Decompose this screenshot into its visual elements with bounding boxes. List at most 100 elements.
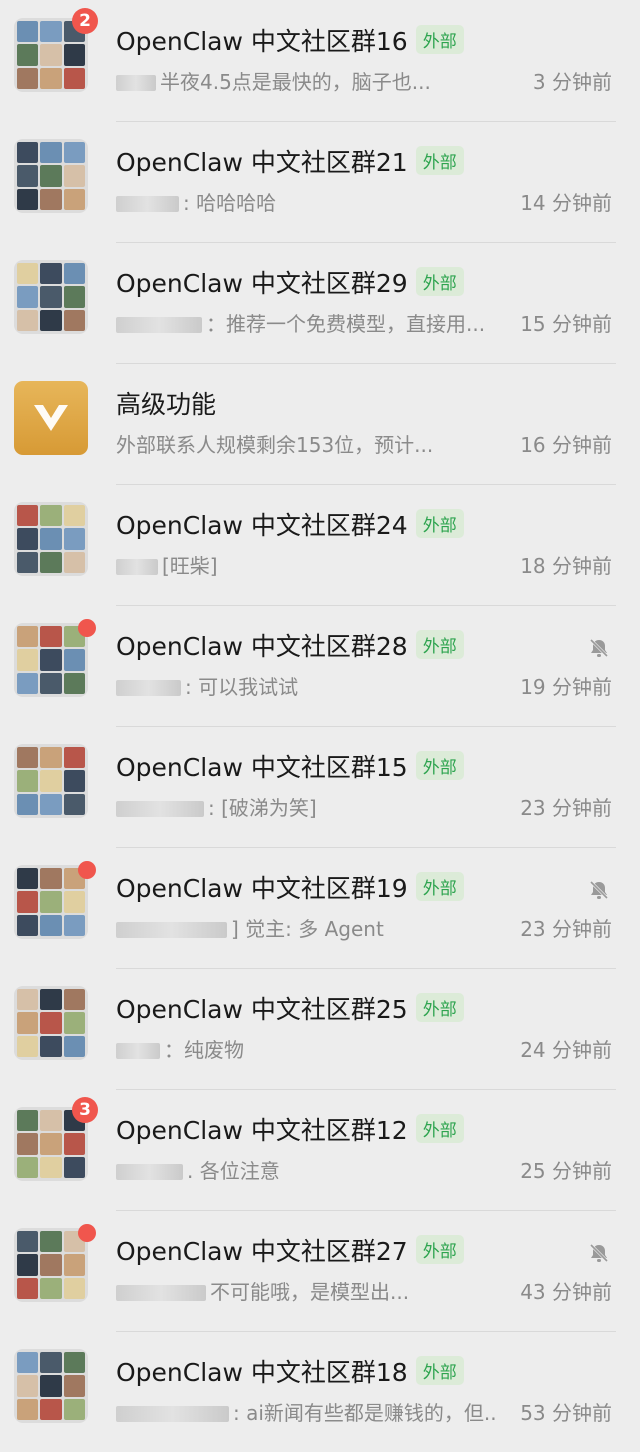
chat-preview: 半夜4.5点是最快的，脑子也... [116, 66, 431, 95]
avatar-tile [17, 1133, 39, 1155]
chat-title-text: 高级功能 [116, 390, 217, 419]
chat-row[interactable]: 3 OpenClaw 中文社区群12 外部 . 各位注意 25 分钟前 [0, 1089, 640, 1210]
avatar-tile [40, 1156, 62, 1178]
chat-title: OpenClaw 中文社区群18 外部 [116, 1353, 464, 1389]
chat-title: OpenClaw 中文社区群28 外部 [116, 627, 464, 663]
avatar-tile [63, 263, 85, 285]
chat-preview-text: [旺柴] [162, 554, 218, 578]
chat-row[interactable]: OpenClaw 中文社区群24 外部 [旺柴] 18 分钟前 [0, 484, 640, 605]
chat-time: 53 分钟前 [520, 1401, 612, 1425]
chat-title-text: OpenClaw 中文社区群21 [116, 148, 408, 177]
avatar-tile [17, 1012, 39, 1034]
avatar-tile [63, 891, 85, 913]
external-tag: 外部 [415, 1114, 464, 1143]
chat-row[interactable]: OpenClaw 中文社区群18 外部 : ai新闻有些都是赚钱的，但... 53 分… [0, 1331, 640, 1452]
chat-preview: . 各位注意 [116, 1155, 280, 1184]
avatar-tile [17, 142, 39, 164]
avatar-tile [40, 747, 62, 769]
chat-preview-text: : ai新闻有些都是赚钱的，但... [233, 1401, 496, 1425]
avatar-tile [40, 793, 62, 815]
group-avatar [14, 865, 88, 939]
chat-row[interactable]: OpenClaw 中文社区群25 外部 ：纯废物 24 分钟前 [0, 968, 640, 1089]
avatar-tile [40, 1110, 62, 1132]
chat-row[interactable]: 高级功能 外部联系人规模剩余153位，预计... 16 分钟前 [0, 363, 640, 484]
avatar-tile [17, 649, 39, 671]
avatar-tile [17, 263, 39, 285]
chat-row[interactable]: OpenClaw 中文社区群19 外部] 觉主: 多 Agent 23 分钟前 [0, 847, 640, 968]
avatar-tile [40, 188, 62, 210]
chat-row[interactable]: OpenClaw 中文社区群15 外部: [破涕为笑] 23 分钟前 [0, 726, 640, 847]
chat-preview: [旺柴] [116, 550, 218, 579]
avatar-tile [17, 44, 39, 66]
chat-preview-text: : 可以我试试 [185, 675, 299, 699]
avatar-tile [40, 1277, 62, 1299]
avatar-tile [63, 770, 85, 792]
unread-dot [78, 861, 96, 879]
avatar-tile [40, 1254, 62, 1276]
chat-title-text: OpenClaw 中文社区群25 [116, 995, 408, 1024]
avatar-tile [17, 188, 39, 210]
avatar-tile [17, 989, 39, 1011]
avatar-tile [17, 165, 39, 187]
v-logo-icon [34, 405, 68, 431]
avatar-tile [63, 989, 85, 1011]
chat-title: OpenClaw 中文社区群24 外部 [116, 506, 464, 542]
avatar-tile [17, 551, 39, 573]
redacted-sender [116, 801, 204, 817]
redacted-sender [116, 1043, 160, 1059]
avatar-tile [17, 1375, 39, 1397]
avatar-tile [17, 672, 39, 694]
avatar-tile [63, 1277, 85, 1299]
avatar-tile [40, 868, 62, 890]
chat-preview: 不可能哦，是模型出... [116, 1276, 409, 1305]
chat-time: 23 分钟前 [520, 796, 612, 820]
avatar-tile [40, 286, 62, 308]
chat-time: 16 分钟前 [520, 433, 612, 457]
avatar-tile [17, 626, 39, 648]
group-avatar [14, 744, 88, 818]
unread-badge: 2 [72, 8, 98, 34]
feature-avatar [14, 381, 88, 455]
chat-preview: : 哈哈哈哈 [116, 187, 276, 216]
external-tag: 外部 [415, 993, 464, 1022]
avatar-tile [63, 1012, 85, 1034]
chat-preview-text: 不可能哦，是模型出... [210, 1280, 410, 1304]
avatar-tile [63, 649, 85, 671]
avatar-tile [40, 263, 62, 285]
avatar-tile [63, 1398, 85, 1420]
chat-preview-text: : [破涕为笑] [208, 796, 317, 820]
redacted-sender [116, 1406, 229, 1422]
avatar-tile [40, 770, 62, 792]
avatar-tile [17, 1110, 39, 1132]
chat-row[interactable]: OpenClaw 中文社区群29 外部 ：推荐一个免费模型，直接用... 15 分钟前 [0, 242, 640, 363]
group-avatar [14, 1228, 88, 1302]
group-avatar [14, 623, 88, 697]
avatar-tile [17, 770, 39, 792]
avatar-tile [63, 1035, 85, 1057]
chat-row[interactable]: 2 OpenClaw 中文社区群16 外部 半夜4.5点是最快的，脑子也... 3 分钟… [0, 0, 640, 121]
chat-preview-text: 半夜4.5点是最快的，脑子也... [160, 70, 431, 94]
avatar-tile [40, 891, 62, 913]
avatar-tile [17, 21, 39, 43]
external-tag: 外部 [415, 630, 464, 659]
chat-preview: : 可以我试试 [116, 671, 298, 700]
chat-title-text: OpenClaw 中文社区群27 [116, 1237, 408, 1266]
avatar-tile [40, 672, 62, 694]
chat-list: 2 OpenClaw 中文社区群16 外部 半夜4.5点是最快的，脑子也... 3 分钟… [0, 0, 640, 1452]
avatar-tile [40, 1012, 62, 1034]
chat-row[interactable]: OpenClaw 中文社区群28 外部: 可以我试试 19 分钟前 [0, 605, 640, 726]
group-avatar [14, 139, 88, 213]
avatar-tile [40, 1352, 62, 1374]
avatar-tile [17, 528, 39, 550]
chat-row[interactable]: OpenClaw 中文社区群27 外部 不可能哦，是模型出... 43 分钟前 [0, 1210, 640, 1331]
avatar-tile [63, 672, 85, 694]
chat-row[interactable]: OpenClaw 中文社区群21 外部: 哈哈哈哈 14 分钟前 [0, 121, 640, 242]
group-avatar [14, 260, 88, 334]
avatar-tile [17, 1398, 39, 1420]
avatar-tile [40, 1231, 62, 1253]
avatar-tile [40, 989, 62, 1011]
avatar-tile [17, 1035, 39, 1057]
unread-dot [78, 1224, 96, 1242]
group-avatar [14, 502, 88, 576]
external-tag: 外部 [415, 1356, 464, 1385]
